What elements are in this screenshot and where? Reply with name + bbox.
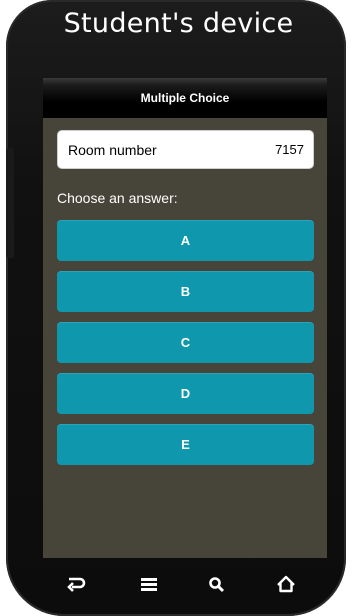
home-icon[interactable] <box>275 574 297 594</box>
room-number-value: 7157 <box>275 142 304 157</box>
phone-screen: Multiple Choice Room number 7157 Choose … <box>43 78 327 558</box>
room-number-field[interactable]: Room number 7157 <box>57 130 314 169</box>
screen-header: Multiple Choice <box>43 78 327 118</box>
answer-button-e[interactable]: E <box>57 424 314 465</box>
back-icon[interactable] <box>65 574 87 594</box>
volume-side-button <box>6 148 14 258</box>
device-title: Student's device <box>63 8 294 39</box>
answer-button-a[interactable]: A <box>57 220 314 261</box>
answer-button-b[interactable]: B <box>57 271 314 312</box>
search-icon[interactable] <box>206 574 228 594</box>
answer-prompt: Choose an answer: <box>57 190 178 206</box>
navigation-bar <box>43 558 327 608</box>
room-number-label: Room number <box>68 142 157 158</box>
answer-button-c[interactable]: C <box>57 322 314 363</box>
answer-button-d[interactable]: D <box>57 373 314 414</box>
menu-icon[interactable] <box>138 574 160 594</box>
